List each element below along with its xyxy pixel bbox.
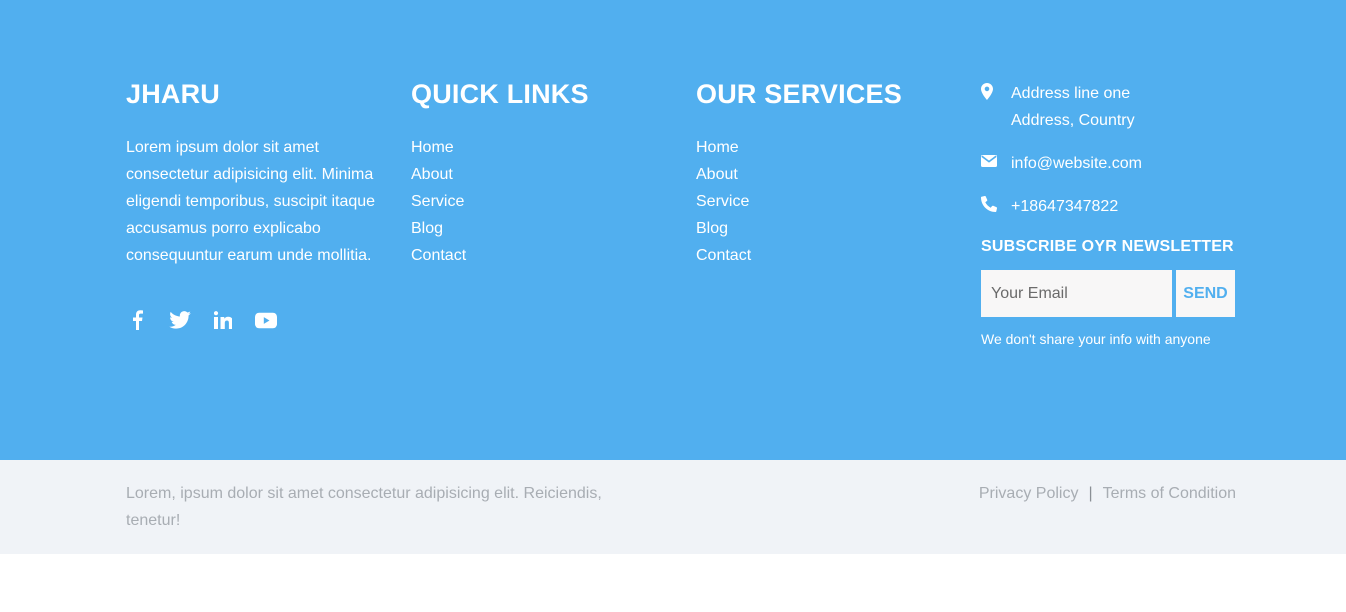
service-link-about[interactable]: About [696,161,936,188]
brand-title: JHARU [126,79,221,109]
footer-bottom-bar: Lorem, ipsum dolor sit amet consectetur … [0,460,1346,554]
terms-link[interactable]: Terms of Condition [1103,480,1236,507]
map-marker-icon [981,80,1011,102]
email-row: info@website.com [981,150,1251,177]
newsletter-title: SUBSCRIBE OYR NEWSLETTER [981,238,1234,255]
services-column: OUR SERVICES Home About Service Blog Con… [696,76,936,269]
quick-link-service[interactable]: Service [411,188,651,215]
service-link-service[interactable]: Service [696,188,936,215]
newsletter-send-button[interactable]: SEND [1176,270,1235,317]
legal-separator: | [1088,485,1093,502]
privacy-policy-link[interactable]: Privacy Policy [979,480,1079,507]
address-text: Address line one Address, Country [1011,80,1135,134]
legal-links: Privacy Policy | Terms of Condition [979,480,1236,507]
service-link-home[interactable]: Home [696,134,936,161]
copyright-text: Lorem, ipsum dolor sit amet consectetur … [126,485,602,529]
services-list: Home About Service Blog Contact [696,134,936,269]
envelope-icon [981,150,1011,172]
quick-links-title: QUICK LINKS [411,79,589,109]
service-link-contact[interactable]: Contact [696,242,936,269]
address-row: Address line one Address, Country [981,80,1251,134]
brand-description: Lorem ipsum dolor sit amet consectetur a… [126,139,376,264]
quick-link-about[interactable]: About [411,161,651,188]
service-link-blog[interactable]: Blog [696,215,936,242]
newsletter-email-input[interactable] [981,270,1172,317]
email-text[interactable]: info@website.com [1011,150,1142,177]
quick-link-home[interactable]: Home [411,134,651,161]
quick-links-list: Home About Service Blog Contact [411,134,651,269]
footer-main: JHARU Lorem ipsum dolor sit amet consect… [0,0,1346,460]
newsletter-note: We don't share your info with anyone [981,331,1211,347]
quick-link-blog[interactable]: Blog [411,215,651,242]
brand-column: JHARU Lorem ipsum dolor sit amet consect… [126,76,376,331]
phone-icon [981,193,1011,215]
quick-link-contact[interactable]: Contact [411,242,651,269]
social-links [126,309,376,331]
address-line-1: Address line one [1011,85,1131,102]
quick-links-column: QUICK LINKS Home About Service Blog Cont… [411,76,651,269]
linkedin-icon[interactable] [212,309,234,331]
address-line-2: Address, Country [1011,112,1135,129]
services-title: OUR SERVICES [696,79,902,109]
newsletter-form: SEND [981,270,1251,317]
twitter-icon[interactable] [169,309,191,331]
phone-text[interactable]: +18647347822 [1011,193,1118,220]
facebook-icon[interactable] [126,309,148,331]
youtube-icon[interactable] [255,309,277,331]
phone-row: +18647347822 [981,193,1251,220]
contact-column: Address line one Address, Country info@w… [981,80,1251,347]
